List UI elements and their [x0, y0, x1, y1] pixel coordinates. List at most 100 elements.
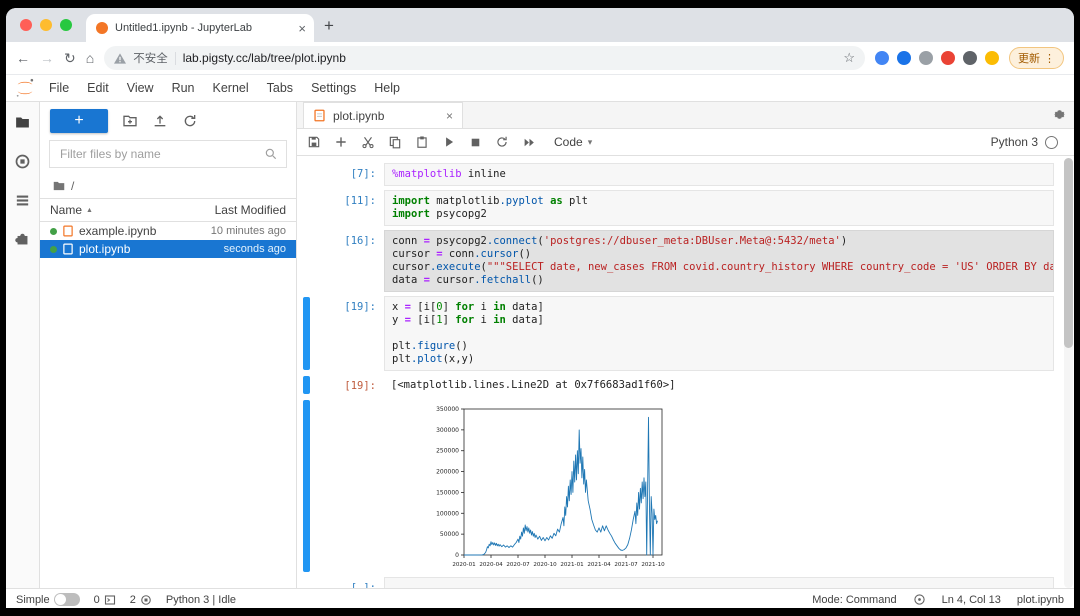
scrollbar-thumb[interactable] — [1064, 158, 1073, 348]
security-label[interactable]: 不安全 — [133, 50, 168, 66]
file-name: example.ipynb — [79, 224, 156, 238]
reload-icon[interactable]: ↻ — [64, 50, 76, 67]
menu-view[interactable]: View — [118, 81, 163, 95]
menu-tabs[interactable]: Tabs — [258, 81, 302, 95]
cell-editor[interactable] — [384, 577, 1054, 588]
forward-icon[interactable]: → — [40, 50, 54, 66]
notebook-mode[interactable]: Mode: Command — [812, 594, 896, 606]
save-icon[interactable] — [307, 135, 321, 149]
home-icon[interactable]: ⌂ — [86, 50, 94, 66]
notebook-tab[interactable]: plot.ipynb × — [303, 102, 463, 128]
menu-run[interactable]: Run — [163, 81, 204, 95]
cell-editor[interactable]: %matplotlib inline — [384, 163, 1054, 186]
cell-collapser[interactable] — [303, 231, 310, 291]
tab-close-icon[interactable]: × — [298, 21, 306, 36]
cell-output[interactable]: [19]:[<matplotlib.lines.Line2D at 0x7f66… — [297, 373, 1074, 397]
column-header-modified[interactable]: Last Modified — [182, 203, 286, 217]
notebook-tab-close-icon[interactable]: × — [446, 109, 453, 123]
cell-editor[interactable]: conn = psycopg2.connect('postgres://dbus… — [384, 230, 1054, 292]
cell-collapser[interactable] — [303, 400, 310, 572]
cell-collapser[interactable] — [303, 164, 310, 185]
breadcrumb-root[interactable]: / — [71, 179, 74, 193]
paste-cell-icon[interactable] — [415, 135, 429, 149]
extension-v-icon[interactable] — [875, 51, 889, 65]
matplotlib-line-chart: 0500001000001500002000002500003000003500… — [418, 401, 668, 573]
add-cell-icon[interactable] — [334, 135, 348, 149]
interface-mode-switch[interactable]: Simple — [16, 593, 80, 606]
close-window-button[interactable] — [20, 19, 32, 31]
cell-code[interactable]: [19]:x = [i[0] for i in data]y = [i[1] f… — [297, 294, 1074, 373]
extension-manager-tab-icon[interactable] — [14, 231, 31, 248]
extension-dark-icon[interactable] — [963, 51, 977, 65]
back-icon[interactable]: ← — [16, 50, 30, 66]
file-browser-tab-icon[interactable] — [14, 114, 31, 131]
menu-kernel[interactable]: Kernel — [204, 81, 258, 95]
cell-code[interactable]: [16]:conn = psycopg2.connect('postgres:/… — [297, 228, 1074, 294]
cell-editor[interactable]: import matplotlib.pyplot as pltimport ps… — [384, 190, 1054, 226]
terminals-status[interactable]: 0 — [94, 594, 116, 606]
cut-cell-icon[interactable] — [361, 135, 375, 149]
copy-cell-icon[interactable] — [388, 135, 402, 149]
running-kernels-tab-icon[interactable] — [14, 153, 31, 170]
svg-text:2021-07: 2021-07 — [614, 562, 638, 568]
menu-help[interactable]: Help — [365, 81, 409, 95]
menu-edit[interactable]: Edit — [78, 81, 118, 95]
new-folder-icon[interactable] — [122, 113, 138, 129]
browser-tab[interactable]: Untitled1.ipynb - JupyterLab × — [86, 14, 314, 42]
kernels-status[interactable]: 2 — [130, 594, 152, 606]
cell-collapser[interactable] — [303, 578, 310, 588]
kernel-status-text[interactable]: Python 3 | Idle — [166, 594, 236, 606]
sort-caret-icon: ▲ — [86, 207, 93, 214]
cell-type-dropdown[interactable]: Code ▾ — [554, 135, 592, 149]
run-cell-icon[interactable] — [442, 135, 456, 149]
column-header-name[interactable]: Name ▲ — [50, 203, 182, 217]
run-all-cells-icon[interactable] — [522, 136, 537, 149]
active-file-name[interactable]: plot.ipynb — [1017, 594, 1064, 606]
cell-output-chart[interactable]: 0500001000001500002000002500003000003500… — [297, 397, 1074, 575]
cell-code[interactable]: [ ]: — [297, 575, 1074, 588]
minimize-window-button[interactable] — [40, 19, 52, 31]
notifications-icon[interactable] — [913, 593, 926, 606]
simple-mode-toggle[interactable] — [54, 593, 80, 606]
bookmark-star-icon[interactable]: ☆ — [843, 50, 855, 66]
cell-collapser[interactable] — [303, 376, 310, 394]
zoom-window-button[interactable] — [60, 19, 72, 31]
file-row-example.ipynb[interactable]: example.ipynb10 minutes ago — [40, 222, 296, 240]
command-palette-tab-icon[interactable] — [14, 192, 31, 209]
kernel-indicator[interactable]: Python 3 — [991, 135, 1064, 149]
new-tab-button[interactable]: + — [324, 17, 334, 34]
cell-collapser[interactable] — [303, 297, 310, 370]
notebook-panel[interactable]: [7]:%matplotlib inline[11]:import matplo… — [297, 156, 1074, 588]
svg-text:2020-01: 2020-01 — [452, 562, 476, 568]
notebook-scrollbar[interactable] — [1064, 158, 1073, 588]
extension-translate-icon[interactable] — [897, 51, 911, 65]
file-row-plot.ipynb[interactable]: plot.ipynbseconds ago — [40, 240, 296, 258]
profile-avatar-icon[interactable] — [985, 51, 999, 65]
menu-file[interactable]: File — [40, 81, 78, 95]
chrome-menu-icon[interactable]: ⋮ — [1044, 52, 1055, 65]
svg-text:350000: 350000 — [436, 406, 459, 413]
upload-icon[interactable] — [152, 113, 168, 129]
gear-icon[interactable] — [1052, 107, 1067, 122]
breadcrumb[interactable]: / — [40, 174, 296, 198]
cell-code[interactable]: [11]:import matplotlib.pyplot as pltimpo… — [297, 188, 1074, 228]
interrupt-kernel-icon[interactable] — [469, 136, 482, 149]
extension-gray-icon[interactable] — [919, 51, 933, 65]
chrome-update-button[interactable]: 更新 ⋮ — [1009, 47, 1064, 69]
cell-body: %matplotlib inline — [384, 163, 1054, 186]
cell-code[interactable]: [7]:%matplotlib inline — [297, 161, 1074, 188]
extension-red-icon[interactable] — [941, 51, 955, 65]
refresh-file-list-icon[interactable] — [182, 113, 198, 129]
omnibox-divider — [175, 52, 176, 65]
cell-collapser[interactable] — [303, 191, 310, 225]
file-filter-input[interactable] — [58, 146, 264, 162]
cell-editor[interactable]: x = [i[0] for i in data]y = [i[1] for i … — [384, 296, 1054, 371]
restart-kernel-icon[interactable] — [495, 135, 509, 149]
cursor-position[interactable]: Ln 4, Col 13 — [942, 594, 1001, 606]
not-secure-warning-icon — [114, 53, 126, 64]
url-omnibox[interactable]: 不安全 lab.pigsty.cc/lab/tree/plot.ipynb ☆ — [104, 46, 865, 70]
menu-settings[interactable]: Settings — [302, 81, 365, 95]
file-filter-box[interactable] — [49, 140, 287, 168]
new-launcher-button[interactable]: + — [50, 109, 108, 133]
url-text[interactable]: lab.pigsty.cc/lab/tree/plot.ipynb — [183, 51, 837, 65]
